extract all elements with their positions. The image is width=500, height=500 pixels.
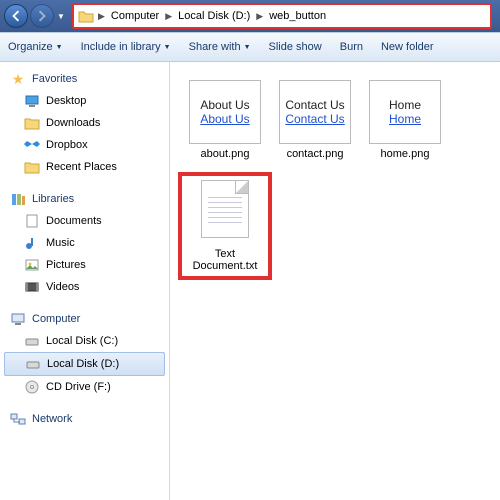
file-text-document[interactable]: Text Document.txt xyxy=(182,176,268,276)
libraries-icon xyxy=(10,191,26,207)
recent-icon xyxy=(24,159,40,175)
text-file-icon xyxy=(201,180,249,238)
dropbox-icon xyxy=(24,137,40,153)
crumb-computer[interactable]: Computer xyxy=(109,10,161,22)
content-pane: About Us About Us about.png Contact Us C… xyxy=(170,62,500,500)
slideshow-button[interactable]: Slide show xyxy=(269,41,322,53)
back-button[interactable] xyxy=(4,4,28,28)
desktop-icon xyxy=(24,93,40,109)
chevron-down-icon: ▼ xyxy=(56,44,63,51)
computer-header[interactable]: Computer xyxy=(0,308,169,330)
sidebar-item-disk-d[interactable]: Local Disk (D:) xyxy=(4,352,165,376)
sidebar-item-cd-drive[interactable]: CD Drive (F:) xyxy=(0,376,169,398)
sidebar: ★Favorites Desktop Downloads Dropbox Rec… xyxy=(0,62,170,500)
cd-icon xyxy=(24,379,40,395)
chevron-right-icon: ▶ xyxy=(163,11,174,22)
videos-icon xyxy=(24,279,40,295)
drive-icon xyxy=(24,333,40,349)
thumbnail: Home Home xyxy=(369,80,441,144)
address-bar-highlight: ▶ Computer ▶ Local Disk (D:) ▶ web_butto… xyxy=(72,3,492,29)
crumb-folder[interactable]: web_button xyxy=(267,10,328,22)
new-folder-button[interactable]: New folder xyxy=(381,41,434,53)
crumb-drive[interactable]: Local Disk (D:) xyxy=(176,10,252,22)
network-header[interactable]: Network xyxy=(0,408,169,430)
favorites-header[interactable]: ★Favorites xyxy=(0,68,169,90)
sidebar-item-recent[interactable]: Recent Places xyxy=(0,156,169,178)
thumbnail: Contact Us Contact Us xyxy=(279,80,351,144)
documents-icon xyxy=(24,213,40,229)
file-name-label: about.png xyxy=(201,148,250,160)
chevron-down-icon: ▼ xyxy=(244,44,251,51)
computer-icon xyxy=(10,311,26,327)
sidebar-item-desktop[interactable]: Desktop xyxy=(0,90,169,112)
music-icon xyxy=(24,235,40,251)
star-icon: ★ xyxy=(10,71,26,87)
nav-bar: ▼ ▶ Computer ▶ Local Disk (D:) ▶ web_but… xyxy=(0,0,500,32)
file-home-png[interactable]: Home Home home.png xyxy=(362,80,448,160)
sidebar-item-dropbox[interactable]: Dropbox xyxy=(0,134,169,156)
address-bar[interactable]: ▶ Computer ▶ Local Disk (D:) ▶ web_butto… xyxy=(74,5,490,27)
history-dropdown[interactable]: ▼ xyxy=(56,4,66,28)
file-name-label: Text Document.txt xyxy=(186,248,264,272)
file-name-label: contact.png xyxy=(287,148,344,160)
share-menu[interactable]: Share with▼ xyxy=(189,41,251,53)
libraries-header[interactable]: Libraries xyxy=(0,188,169,210)
forward-button[interactable] xyxy=(30,4,54,28)
drive-icon xyxy=(25,356,41,372)
sidebar-item-videos[interactable]: Videos xyxy=(0,276,169,298)
folder-icon xyxy=(78,9,94,23)
file-contact-png[interactable]: Contact Us Contact Us contact.png xyxy=(272,80,358,160)
toolbar: Organize▼ Include in library▼ Share with… xyxy=(0,32,500,62)
chevron-down-icon: ▼ xyxy=(164,44,171,51)
file-about-png[interactable]: About Us About Us about.png xyxy=(182,80,268,160)
sidebar-item-music[interactable]: Music xyxy=(0,232,169,254)
file-name-label: home.png xyxy=(381,148,430,160)
sidebar-item-disk-c[interactable]: Local Disk (C:) xyxy=(0,330,169,352)
sidebar-item-pictures[interactable]: Pictures xyxy=(0,254,169,276)
pictures-icon xyxy=(24,257,40,273)
organize-menu[interactable]: Organize▼ xyxy=(8,41,63,53)
sidebar-item-downloads[interactable]: Downloads xyxy=(0,112,169,134)
chevron-right-icon: ▶ xyxy=(254,11,265,22)
include-menu[interactable]: Include in library▼ xyxy=(81,41,171,53)
sidebar-item-documents[interactable]: Documents xyxy=(0,210,169,232)
burn-button[interactable]: Burn xyxy=(340,41,363,53)
thumbnail: About Us About Us xyxy=(189,80,261,144)
downloads-icon xyxy=(24,115,40,131)
chevron-right-icon: ▶ xyxy=(96,11,107,22)
network-icon xyxy=(10,411,26,427)
